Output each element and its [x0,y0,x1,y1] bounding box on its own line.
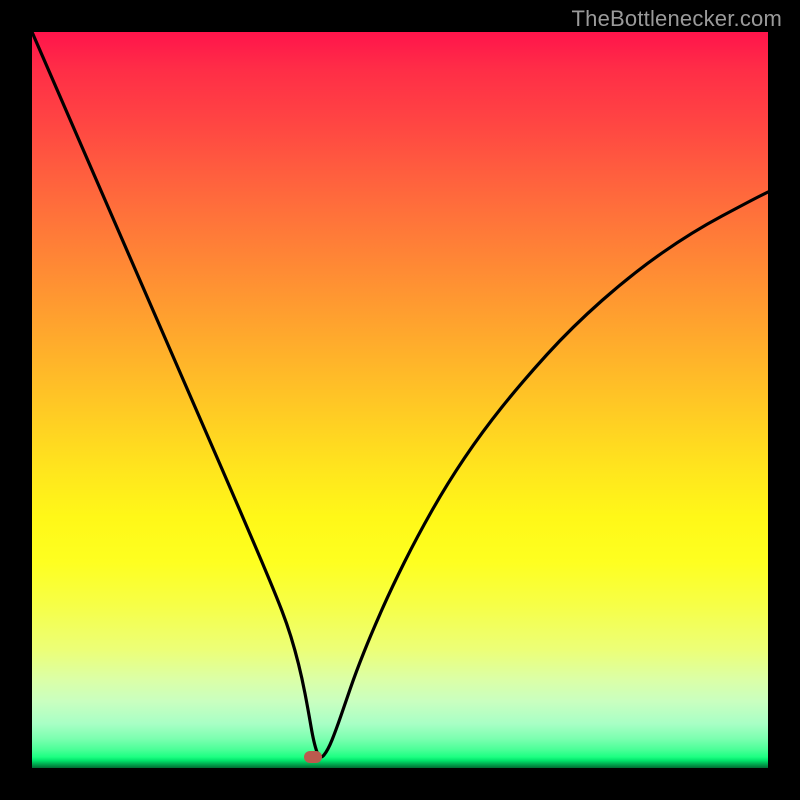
plot-area [32,32,768,768]
minimum-marker-icon [304,751,322,763]
bottleneck-curve [32,32,768,768]
watermark-label: TheBottlenecker.com [572,6,782,32]
chart-frame: TheBottlenecker.com [0,0,800,800]
curve-path [32,32,768,757]
